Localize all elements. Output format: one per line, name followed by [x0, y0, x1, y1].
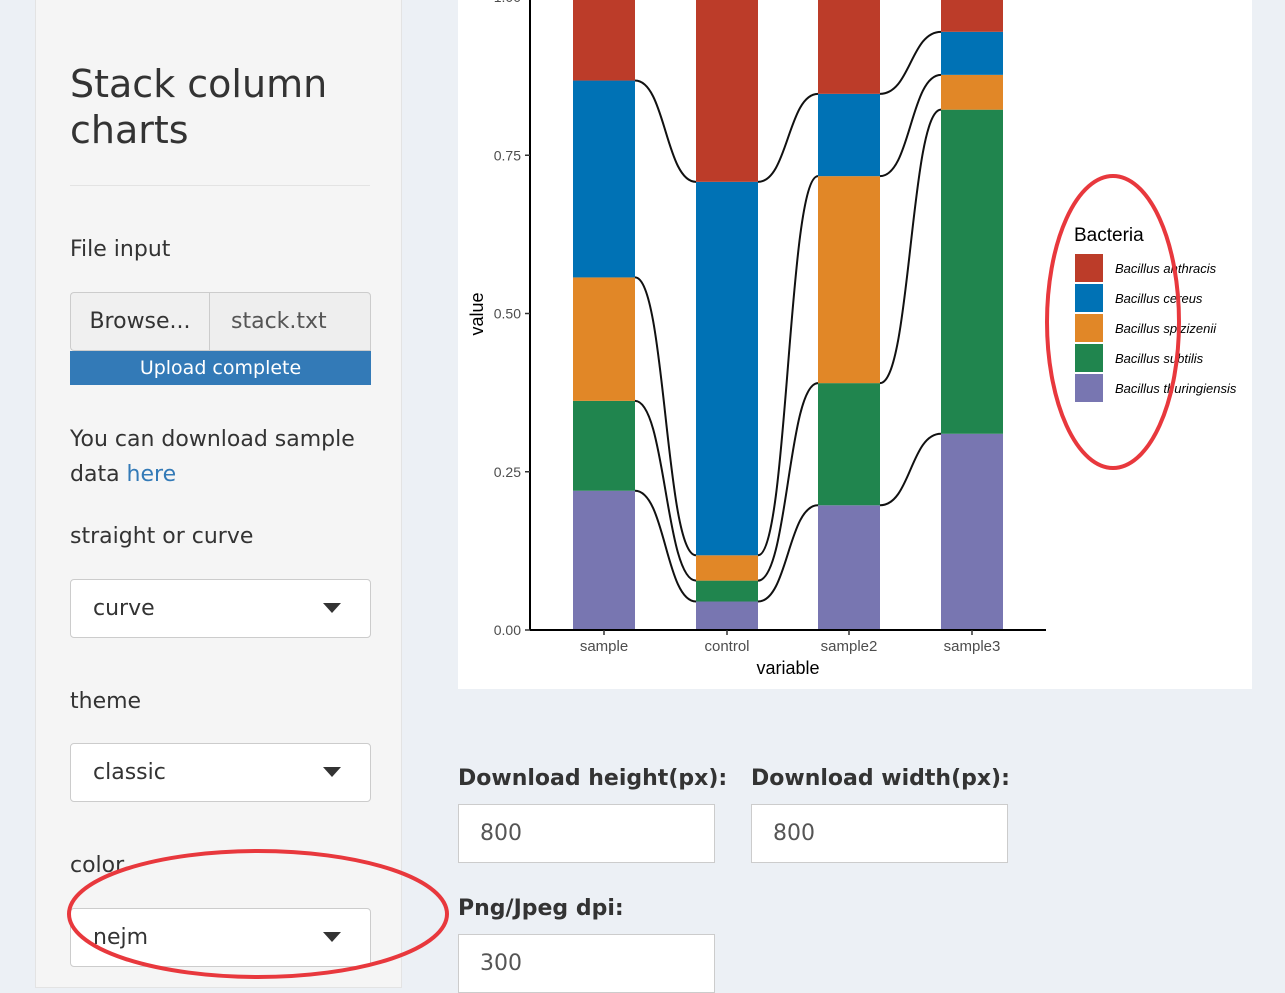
file-input: Browse... stack.txt	[70, 292, 371, 351]
dpi-input[interactable]: 300	[458, 934, 715, 993]
connector-line	[879, 108, 942, 385]
bar-segment	[818, 93, 880, 177]
chevron-down-icon	[323, 932, 341, 942]
y-tick-label: 0.75	[494, 147, 521, 163]
bar-segment	[573, 277, 635, 401]
file-name-field[interactable]: stack.txt	[209, 292, 371, 351]
color-label: color	[70, 853, 125, 878]
theme-select[interactable]: classic	[70, 743, 371, 802]
divider	[70, 185, 370, 186]
bar-segment	[696, 181, 758, 556]
sidebar-panel: Stack column charts File input Browse...…	[35, 0, 402, 988]
download-width-input[interactable]: 800	[751, 804, 1008, 863]
legend-key	[1075, 284, 1103, 312]
download-width-label: Download width(px):	[751, 766, 1010, 791]
y-tick-label: 0.00	[494, 622, 521, 638]
line-type-select[interactable]: curve	[70, 579, 371, 638]
connector-line	[757, 92, 819, 183]
legend-label: Bacillus anthracis	[1115, 261, 1217, 276]
line-type-label: straight or curve	[70, 524, 254, 549]
file-input-label: File input	[70, 237, 171, 262]
connector-line	[757, 175, 819, 557]
bar-segment	[941, 74, 1003, 110]
dpi-label: Png/Jpeg dpi:	[458, 896, 624, 921]
y-tick-label: 0.25	[494, 464, 521, 480]
bar-segment	[941, 0, 1003, 32]
connector-line	[634, 276, 697, 557]
theme-value: classic	[93, 760, 166, 785]
connector-line	[634, 79, 697, 183]
theme-label: theme	[70, 689, 142, 714]
legend-label: Bacillus spizizenii	[1115, 321, 1217, 336]
legend-title: Bacteria	[1074, 225, 1144, 246]
legend-label: Bacillus thuringiensis	[1115, 381, 1237, 396]
bar-segment	[696, 601, 758, 630]
x-axis-title: variable	[756, 658, 819, 678]
bar-segment	[696, 0, 758, 182]
chart-container: 0.00 0.25 0.50 0.75 1.00 sample control sample2…	[458, 0, 1252, 689]
bar-segment	[818, 0, 880, 94]
y-tick-label: 0.50	[494, 306, 521, 322]
color-value: nejm	[93, 925, 149, 950]
connector-line	[757, 504, 819, 603]
browse-button[interactable]: Browse...	[70, 292, 209, 351]
download-height-label: Download height(px):	[458, 766, 728, 791]
connector-line	[634, 399, 697, 582]
connector-line	[879, 432, 942, 507]
bar-segment	[573, 0, 635, 81]
bar-segment	[573, 80, 635, 278]
legend-key	[1075, 344, 1103, 372]
x-tick-label: control	[704, 638, 749, 655]
bar-segment	[941, 31, 1003, 75]
x-tick-label: sample	[580, 638, 628, 655]
x-tick-label: sample3	[944, 638, 1001, 655]
bar-segment	[818, 505, 880, 630]
legend-key	[1075, 314, 1103, 342]
legend-key	[1075, 374, 1103, 402]
bar-segment	[941, 109, 1003, 434]
legend-label: Bacillus subtilis	[1115, 351, 1204, 366]
connector-line	[879, 30, 942, 95]
x-tick-label: sample2	[821, 638, 878, 655]
sample-data-link[interactable]: here	[127, 462, 177, 487]
sample-data-text: You can download sample data here	[70, 422, 370, 492]
legend-key	[1075, 254, 1103, 282]
bar-segment	[818, 176, 880, 384]
bar-segment	[696, 555, 758, 581]
y-tick-label: 1.00	[494, 0, 521, 5]
sample-data-prefix: You can download sample data	[70, 427, 355, 487]
connector-line	[879, 73, 942, 178]
bar-segment	[818, 383, 880, 506]
bar-segment	[941, 433, 1003, 630]
page-title: Stack column charts	[70, 62, 328, 152]
bar-segment	[696, 580, 758, 602]
y-axis-title: value	[467, 292, 487, 335]
bar-segment	[573, 400, 635, 491]
chevron-down-icon	[323, 767, 341, 777]
bar-segment	[573, 490, 635, 630]
line-type-value: curve	[93, 596, 155, 621]
stacked-column-chart: 0.00 0.25 0.50 0.75 1.00 sample control sample2…	[467, 0, 1237, 678]
download-height-input[interactable]: 800	[458, 804, 715, 863]
color-select[interactable]: nejm	[70, 908, 371, 967]
legend-label: Bacillus cereus	[1115, 291, 1203, 306]
upload-progress-bar: Upload complete	[70, 351, 371, 385]
chevron-down-icon	[323, 603, 341, 613]
